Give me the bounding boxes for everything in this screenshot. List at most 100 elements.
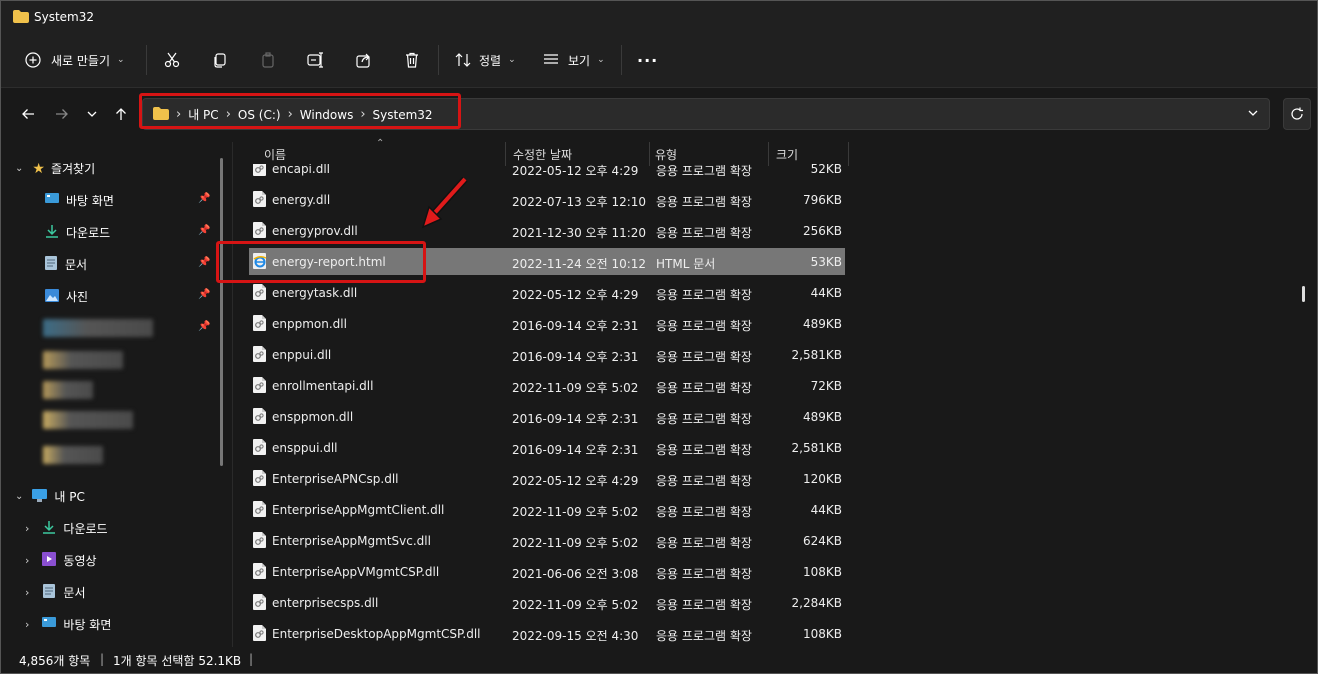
sort-button[interactable]: 정렬 ⌄ bbox=[455, 45, 516, 75]
navigation-pane: ⌄ ★ 즐겨찾기 바탕 화면 📌 다운로드 📌 문서 📌 사진 📌 📌 ⌄ 내 … bbox=[1, 142, 231, 647]
file-row[interactable]: ensppmon.dll 2016-09-14 오후 2:31 응용 프로그램 확장… bbox=[249, 403, 845, 430]
chevron-down-icon bbox=[1248, 110, 1258, 116]
file-row[interactable]: EnterpriseDesktopAppMgmtCSP.dll 2022-09-1… bbox=[249, 620, 845, 647]
file-date: 2021-06-06 오전 3:08 bbox=[512, 567, 639, 581]
file-row[interactable]: energy.dll 2022-07-13 오후 12:10 응용 프로그램 확장 7… bbox=[249, 186, 845, 213]
sidebar-item-favorites[interactable]: ⌄ ★ 즐겨찾기 bbox=[15, 160, 95, 177]
file-name: enppmon.dll bbox=[272, 317, 347, 331]
file-explorer-window: System32 새로 만들기 ⌄ 정렬 ⌄ 보기 ⌄ ··· › 내 PC ›… bbox=[0, 0, 1318, 674]
delete-button[interactable] bbox=[401, 49, 423, 71]
file-row[interactable]: ensppui.dll 2016-09-14 오후 2:31 응용 프로그램 확장 2… bbox=[249, 434, 845, 461]
column-header-size[interactable]: 크기 bbox=[776, 146, 798, 163]
file-date: 2022-11-24 오전 10:12 bbox=[512, 257, 647, 271]
view-button[interactable]: 보기 ⌄ bbox=[543, 45, 605, 75]
download-icon bbox=[42, 520, 56, 537]
forward-button[interactable] bbox=[51, 105, 73, 123]
dll-file-icon bbox=[253, 346, 266, 362]
file-type: 응용 프로그램 확장 bbox=[656, 319, 752, 333]
new-button[interactable]: 새로 만들기 ⌄ bbox=[25, 45, 125, 75]
chevron-right-icon: › bbox=[25, 586, 30, 599]
sidebar-label: 사진 bbox=[66, 290, 89, 304]
sidebar-item-pc-documents[interactable]: › 문서 bbox=[25, 584, 86, 601]
recent-locations-button[interactable] bbox=[81, 105, 103, 123]
file-type: 응용 프로그램 확장 bbox=[656, 226, 752, 240]
status-separator: | bbox=[100, 652, 105, 666]
address-dropdown-button[interactable] bbox=[1247, 107, 1259, 122]
file-row[interactable]: EnterpriseAppMgmtClient.dll 2022-11-09 오후… bbox=[249, 496, 845, 523]
column-header-type[interactable]: 유형 bbox=[655, 146, 677, 163]
file-size: 52KB bbox=[810, 162, 842, 176]
copy-button[interactable] bbox=[209, 49, 231, 71]
sidebar-item-pc-desktop[interactable]: › 바탕 화면 bbox=[25, 616, 111, 633]
file-type: 응용 프로그램 확장 bbox=[656, 505, 752, 519]
sidebar-item-my-pc[interactable]: ⌄ 내 PC bbox=[15, 488, 85, 505]
chevron-down-icon: ⌄ bbox=[15, 491, 24, 502]
up-button[interactable] bbox=[110, 105, 132, 123]
command-bar: 새로 만들기 ⌄ 정렬 ⌄ 보기 ⌄ ··· bbox=[1, 33, 1317, 88]
column-header-date[interactable]: 수정한 날짜 bbox=[513, 146, 572, 163]
trash-icon bbox=[406, 52, 418, 68]
file-list: ⌃ 이름 수정한 날짜 유형 크기 encapi.dll 2022-05-12 오… bbox=[233, 138, 1317, 647]
file-type: 응용 프로그램 확장 bbox=[656, 288, 752, 302]
file-size: 72KB bbox=[810, 379, 842, 393]
rename-button[interactable] bbox=[305, 49, 327, 71]
sidebar-label: 즐겨찾기 bbox=[50, 162, 96, 176]
sidebar-item-desktop[interactable]: 바탕 화면 bbox=[45, 192, 114, 209]
title-bar: System32 bbox=[1, 1, 1317, 33]
file-date: 2022-09-15 오전 4:30 bbox=[512, 629, 639, 643]
sidebar-item-downloads[interactable]: 다운로드 bbox=[45, 224, 110, 241]
file-row[interactable]: enppmon.dll 2016-09-14 오후 2:31 응용 프로그램 확장 4… bbox=[249, 310, 845, 337]
file-size: 489KB bbox=[802, 410, 842, 424]
file-name: ensppmon.dll bbox=[272, 410, 354, 424]
star-icon: ★ bbox=[32, 160, 45, 177]
file-name: ensppui.dll bbox=[272, 441, 338, 455]
chevron-right-icon: › bbox=[25, 618, 30, 631]
file-row[interactable]: enppui.dll 2016-09-14 오후 2:31 응용 프로그램 확장 2,… bbox=[249, 341, 845, 368]
file-row[interactable]: enterprisecsps.dll 2022-11-09 오후 5:02 응용 프… bbox=[249, 589, 845, 616]
selection-info: 1개 항목 선택함 52.1KB bbox=[113, 654, 242, 668]
file-size: 2,284KB bbox=[791, 596, 842, 610]
sidebar-item-pictures[interactable]: 사진 bbox=[45, 288, 88, 305]
file-row[interactable]: enrollmentapi.dll 2022-11-09 오후 5:02 응용 프로… bbox=[249, 372, 845, 399]
file-date: 2022-07-13 오후 12:10 bbox=[512, 195, 647, 209]
sidebar-item-pc-videos[interactable]: › 동영상 bbox=[25, 552, 97, 569]
file-size: 53KB bbox=[810, 255, 842, 269]
cut-button[interactable] bbox=[161, 49, 183, 71]
more-options-button[interactable]: ··· bbox=[637, 45, 658, 75]
file-name: EnterpriseDesktopAppMgmtCSP.dll bbox=[272, 627, 481, 641]
chevron-down-icon bbox=[87, 111, 97, 117]
dll-file-icon bbox=[253, 563, 266, 579]
file-row[interactable]: EnterpriseAPNCsp.dll 2022-05-12 오후 4:29 응용… bbox=[249, 465, 845, 492]
file-row[interactable]: EnterpriseAppMgmtSvc.dll 2022-11-09 오후 5:… bbox=[249, 527, 845, 554]
paste-button[interactable] bbox=[257, 49, 279, 71]
file-type: 응용 프로그램 확장 bbox=[656, 443, 752, 457]
refresh-button[interactable] bbox=[1283, 98, 1311, 130]
column-header-name[interactable]: 이름 bbox=[264, 146, 286, 163]
pin-icon: 📌 bbox=[198, 257, 211, 268]
dll-file-icon bbox=[253, 191, 266, 207]
dll-file-icon bbox=[253, 532, 266, 548]
file-type: 응용 프로그램 확장 bbox=[656, 567, 752, 581]
redacted-sidebar-item bbox=[43, 319, 153, 337]
sidebar-item-documents[interactable]: 문서 bbox=[45, 256, 87, 273]
red-arrow-annotation bbox=[421, 177, 468, 229]
file-list-scrollbar[interactable] bbox=[1302, 286, 1305, 302]
file-type: 응용 프로그램 확장 bbox=[656, 474, 752, 488]
share-button[interactable] bbox=[353, 49, 375, 71]
pin-icon: 📌 bbox=[198, 289, 211, 300]
view-icon bbox=[544, 54, 558, 64]
file-row[interactable]: EnterpriseAppVMgmtCSP.dll 2021-06-06 오전 3… bbox=[249, 558, 845, 585]
file-row[interactable]: energyprov.dll 2021-12-30 오후 11:20 응용 프로그램… bbox=[249, 217, 845, 244]
refresh-icon bbox=[1291, 107, 1303, 120]
file-name: enterprisecsps.dll bbox=[272, 596, 379, 610]
sidebar-scrollbar[interactable] bbox=[220, 158, 223, 466]
window-title: System32 bbox=[34, 10, 95, 24]
back-button[interactable] bbox=[17, 105, 39, 123]
file-row[interactable]: energytask.dll 2022-05-12 오후 4:29 응용 프로그램 … bbox=[249, 279, 845, 306]
share-icon bbox=[356, 53, 370, 68]
download-icon bbox=[45, 224, 59, 241]
sidebar-item-pc-downloads[interactable]: › 다운로드 bbox=[25, 520, 108, 537]
file-name: EnterpriseAppVMgmtCSP.dll bbox=[272, 565, 440, 579]
pin-icon: 📌 bbox=[198, 225, 211, 236]
dll-file-icon bbox=[253, 439, 266, 455]
